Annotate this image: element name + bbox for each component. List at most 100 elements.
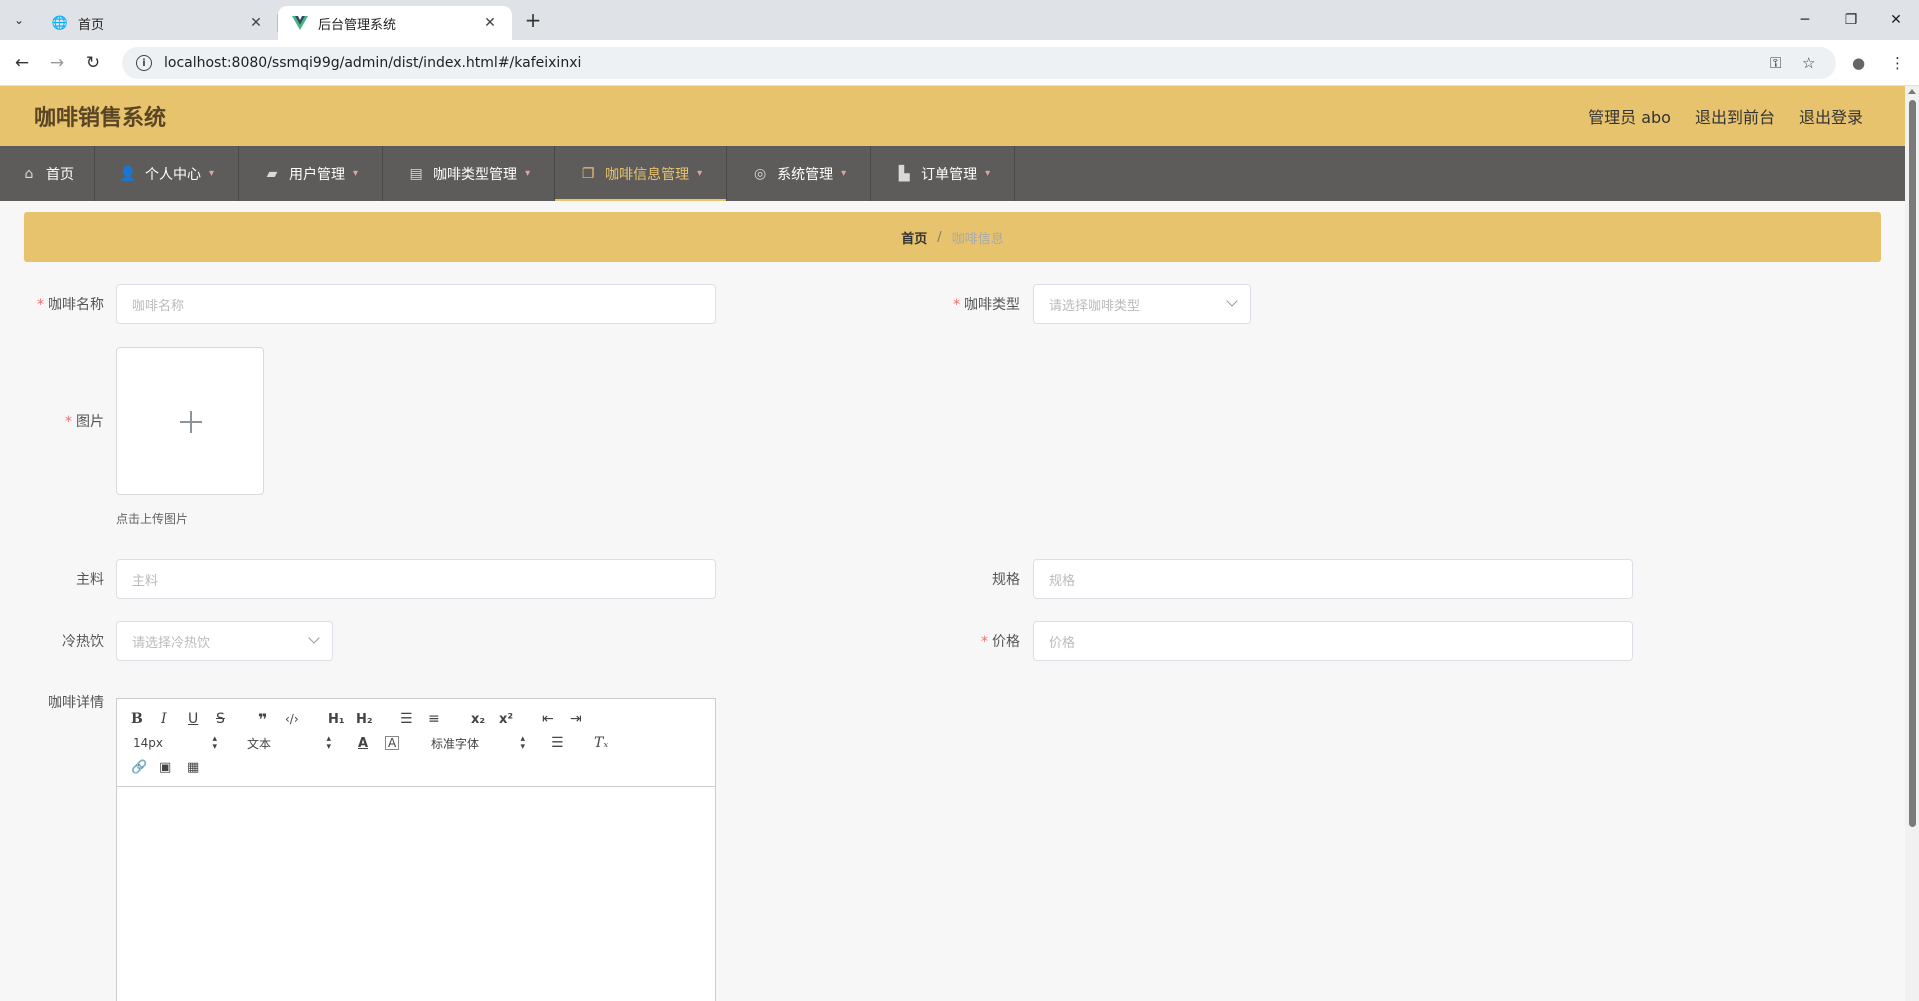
italic-icon[interactable]: I bbox=[161, 709, 167, 729]
close-icon[interactable]: ✕ bbox=[482, 15, 498, 31]
image-label: * 图片 bbox=[65, 414, 104, 430]
coffee-type-select[interactable]: 请选择咖啡类型 bbox=[1033, 284, 1251, 324]
menu-item-home[interactable]: ⌂ 首页 bbox=[0, 146, 95, 201]
tab-list-chevron-icon[interactable]: ⌄ bbox=[6, 8, 32, 32]
chevron-down-icon bbox=[1226, 295, 1238, 307]
close-icon[interactable]: ✕ bbox=[248, 15, 264, 31]
updown-icon: ▴ ▾ bbox=[212, 734, 217, 752]
editor-toolbar: B I U S ❞ ‹/› H₁ H₂ ☰ ≡ x₂ x² ⇤ ⇥ 14px ▴… bbox=[117, 699, 715, 787]
superscript-icon[interactable]: x² bbox=[499, 709, 513, 729]
browser-tab-home[interactable]: 🌐 首页 ✕ bbox=[38, 6, 278, 40]
page-scrollbar[interactable] bbox=[1905, 86, 1919, 1001]
reload-icon[interactable]: ↻ bbox=[79, 49, 107, 77]
image-upload-box[interactable] bbox=[116, 347, 264, 495]
code-icon[interactable]: ‹/› bbox=[285, 709, 299, 729]
bullet-list-icon[interactable]: ≡ bbox=[428, 709, 440, 729]
chevron-down-icon: ▾ bbox=[525, 168, 531, 179]
editor-content-area[interactable] bbox=[117, 788, 715, 1001]
profile-icon[interactable]: ● bbox=[1852, 47, 1865, 79]
upload-tip: 点击上传图片 bbox=[116, 512, 189, 526]
chevron-down-icon bbox=[308, 632, 320, 644]
price-label: * 价格 bbox=[981, 634, 1020, 650]
header-mode-value: 文本 bbox=[247, 736, 272, 751]
site-info-icon[interactable]: i bbox=[136, 55, 152, 71]
menu-item-system-management[interactable]: ◎ 系统管理 ▾ bbox=[727, 146, 872, 201]
indent-icon[interactable]: ⇥ bbox=[570, 709, 582, 729]
exit-to-front-link[interactable]: 退出到前台 bbox=[1695, 104, 1775, 128]
back-arrow-icon[interactable]: ← bbox=[8, 49, 36, 77]
strikethrough-icon[interactable]: S bbox=[216, 709, 225, 729]
browser-tab-bar: ⌄ 🌐 首页 ✕ 后台管理系统 ✕ + ─ ❐ ✕ bbox=[0, 0, 1919, 40]
coffee-name-input[interactable]: 咖啡名称 bbox=[116, 284, 716, 324]
bold-icon[interactable]: B bbox=[131, 709, 143, 729]
menu-item-personal-center[interactable]: 👤 个人中心 ▾ bbox=[95, 146, 240, 201]
browser-tab-admin[interactable]: 后台管理系统 ✕ bbox=[278, 6, 512, 40]
scroll-up-arrow-icon[interactable] bbox=[1908, 89, 1916, 94]
settings-icon: ◎ bbox=[754, 165, 767, 182]
forward-arrow-icon[interactable]: → bbox=[43, 49, 71, 77]
text-color-icon[interactable]: A bbox=[358, 733, 368, 753]
temperature-label: 冷热饮 bbox=[62, 634, 104, 650]
logout-link[interactable]: 退出登录 bbox=[1799, 104, 1863, 128]
user-manage-icon: ▰ bbox=[266, 165, 278, 182]
plus-icon-vertical bbox=[190, 411, 192, 433]
top-menu: ⌂ 首页 👤 个人中心 ▾ ▰ 用户管理 ▾ ▤ 咖啡类型管理 ▾ ❐ 咖啡信息… bbox=[0, 146, 1905, 201]
scrollbar-thumb[interactable] bbox=[1909, 100, 1916, 827]
header-actions: 管理员 abo 退出到前台 退出登录 bbox=[1588, 104, 1863, 128]
admin-label: 管理员 abo bbox=[1588, 108, 1671, 127]
more-menu-icon[interactable]: ⋮ bbox=[1890, 47, 1905, 79]
copy-icon: ❐ bbox=[581, 165, 595, 182]
detail-label: 咖啡详情 bbox=[48, 695, 104, 711]
clear-format-icon[interactable]: Tₓ bbox=[594, 733, 608, 753]
coffee-name-label: * 咖啡名称 bbox=[37, 297, 104, 313]
header-1-icon[interactable]: H₁ bbox=[328, 709, 345, 729]
restore-icon[interactable]: ❐ bbox=[1828, 0, 1874, 40]
spec-label: 规格 bbox=[992, 572, 1020, 588]
blockquote-icon[interactable]: ❞ bbox=[258, 709, 267, 729]
font-size-value: 14px bbox=[133, 736, 163, 750]
updown-icon: ▴ ▾ bbox=[326, 734, 331, 752]
breadcrumb-separator: / bbox=[937, 229, 942, 245]
ordered-list-icon[interactable]: ☰ bbox=[400, 709, 413, 729]
breadcrumb: 首页 / 咖啡信息 bbox=[24, 212, 1881, 262]
coffee-type-label: * 咖啡类型 bbox=[953, 297, 1020, 313]
new-tab-plus-icon[interactable]: + bbox=[520, 8, 546, 32]
video-icon[interactable]: ▦ bbox=[187, 757, 199, 777]
underline-icon[interactable]: U bbox=[188, 709, 198, 729]
order-icon: ▙ bbox=[898, 165, 910, 182]
background-color-icon[interactable]: A bbox=[385, 736, 400, 750]
price-input[interactable]: 价格 bbox=[1033, 621, 1633, 661]
user-icon: 👤 bbox=[119, 165, 137, 182]
menu-item-coffee-info-management[interactable]: ❐ 咖啡信息管理 ▾ bbox=[555, 146, 728, 201]
tab-title: 首页 bbox=[78, 17, 105, 33]
image-icon[interactable]: ▣ bbox=[159, 757, 171, 777]
url-input[interactable]: i localhost:8080/ssmqi99g/admin/dist/ind… bbox=[122, 47, 1836, 79]
font-family-select[interactable]: 标准字体 ▴ ▾ bbox=[431, 733, 525, 753]
bookmark-star-icon[interactable]: ☆ bbox=[1802, 47, 1815, 79]
chevron-down-icon: ▾ bbox=[353, 168, 359, 179]
temperature-select[interactable]: 请选择冷热饮 bbox=[116, 621, 333, 661]
header-mode-select[interactable]: 文本 ▴ ▾ bbox=[247, 733, 331, 753]
subscript-icon[interactable]: x₂ bbox=[471, 709, 485, 729]
minimize-icon[interactable]: ─ bbox=[1782, 0, 1828, 40]
header-2-icon[interactable]: H₂ bbox=[356, 709, 373, 729]
ingredient-label: 主料 bbox=[76, 572, 104, 588]
align-icon[interactable]: ☰ bbox=[551, 733, 564, 753]
breadcrumb-home[interactable]: 首页 bbox=[901, 228, 927, 247]
url-text: localhost:8080/ssmqi99g/admin/dist/index… bbox=[164, 55, 582, 71]
menu-label: 系统管理 bbox=[777, 166, 834, 183]
menu-label: 咖啡信息管理 bbox=[605, 166, 690, 183]
menu-label: 咖啡类型管理 bbox=[433, 166, 518, 183]
ingredient-input[interactable]: 主料 bbox=[116, 559, 716, 599]
spec-input[interactable]: 规格 bbox=[1033, 559, 1633, 599]
menu-item-order-management[interactable]: ▙ 订单管理 ▾ bbox=[871, 146, 1016, 201]
font-size-select[interactable]: 14px ▴ ▾ bbox=[133, 733, 217, 753]
menu-item-coffee-type-management[interactable]: ▤ 咖啡类型管理 ▾ bbox=[383, 146, 556, 201]
link-icon[interactable]: 🔗 bbox=[131, 757, 147, 777]
key-icon[interactable]: ⚿ bbox=[1770, 47, 1781, 79]
menu-item-user-management[interactable]: ▰ 用户管理 ▾ bbox=[239, 146, 384, 201]
outdent-icon[interactable]: ⇤ bbox=[542, 709, 554, 729]
vue-logo-icon bbox=[292, 15, 308, 31]
window-close-icon[interactable]: ✕ bbox=[1873, 0, 1919, 40]
rich-text-editor: B I U S ❞ ‹/› H₁ H₂ ☰ ≡ x₂ x² ⇤ ⇥ 14px ▴… bbox=[116, 698, 716, 1001]
